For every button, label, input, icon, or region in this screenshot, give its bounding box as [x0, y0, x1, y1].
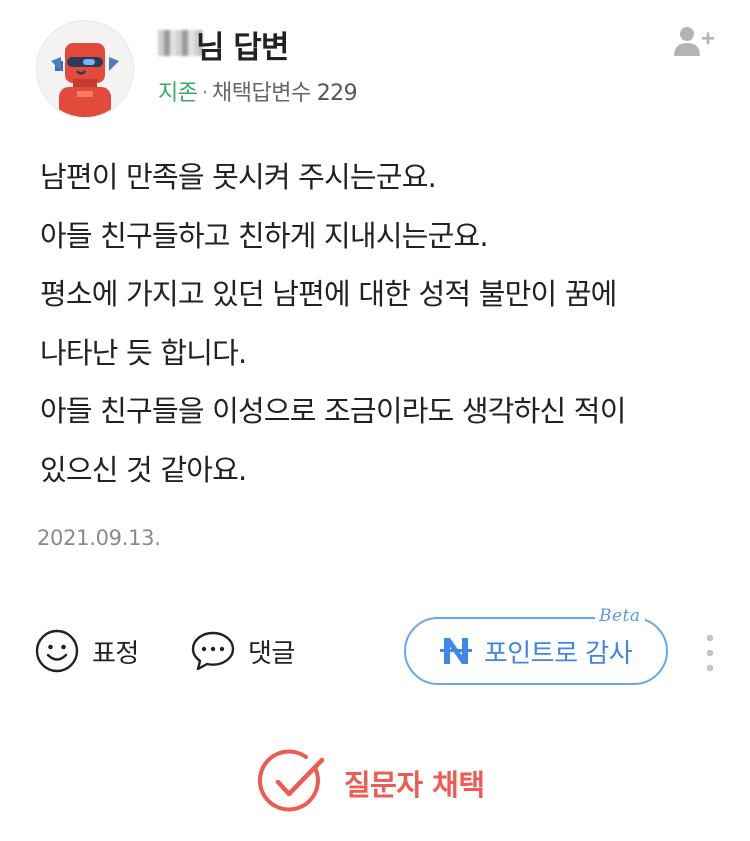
adopt-label: 채택답변수: [211, 81, 311, 106]
comment-label: 댓글: [248, 638, 295, 669]
answer-line: 나타난 듯 합니다.: [40, 335, 247, 370]
answer-line: 아들 친구들을 이성으로 조금이라도 생각하신 적이: [40, 394, 626, 428]
grade-badge[interactable]: 지존: [158, 81, 198, 106]
more-options-button[interactable]: [700, 628, 720, 678]
add-user-icon: [674, 27, 714, 56]
select-answer-button[interactable]: 질문자 채택: [258, 748, 485, 818]
answer-line: 있으신 것 같아요.: [40, 452, 247, 487]
answer-date: 2021.09.13.: [37, 526, 161, 550]
select-answer-label: 질문자 채택: [344, 768, 485, 802]
follow-button[interactable]: [672, 24, 716, 58]
point-thanks-label: 포인트로 감사: [483, 638, 633, 669]
answer-line: 남편이 만족을 못시켜 주시는군요.: [40, 160, 437, 194]
comment-button[interactable]: 댓글: [190, 627, 295, 675]
meta-separator: ·: [201, 81, 208, 106]
beta-badge: Beta: [595, 606, 645, 626]
answer-title: 님 답변: [196, 30, 289, 66]
vertical-dots-icon: [706, 634, 714, 672]
check-circle-icon: [258, 749, 325, 812]
speech-bubble-icon: [191, 631, 235, 671]
robot-avatar-icon: [51, 43, 119, 117]
answer-line: 평소에 가지고 있던 남편에 대한 성적 불만이 꿈에: [40, 277, 617, 311]
point-thanks-button[interactable]: 포인트로 감사: [404, 617, 668, 685]
answer-content: 남편이 만족을 못시켜 주시는군요. 아들 친구들하고 친하게 지내시는군요. …: [40, 148, 720, 499]
answer-line: 아들 친구들하고 친하게 지내시는군요.: [40, 218, 489, 253]
smile-icon: [35, 629, 79, 673]
answerer-meta: 지존 · 채택답변수 229: [158, 75, 358, 107]
naver-pay-n-icon: [439, 638, 472, 664]
adopt-count: 229: [316, 81, 358, 106]
answerer-avatar[interactable]: [36, 20, 134, 118]
emoji-label: 표정: [92, 638, 139, 669]
emoji-reaction-button[interactable]: 표정: [34, 627, 139, 675]
